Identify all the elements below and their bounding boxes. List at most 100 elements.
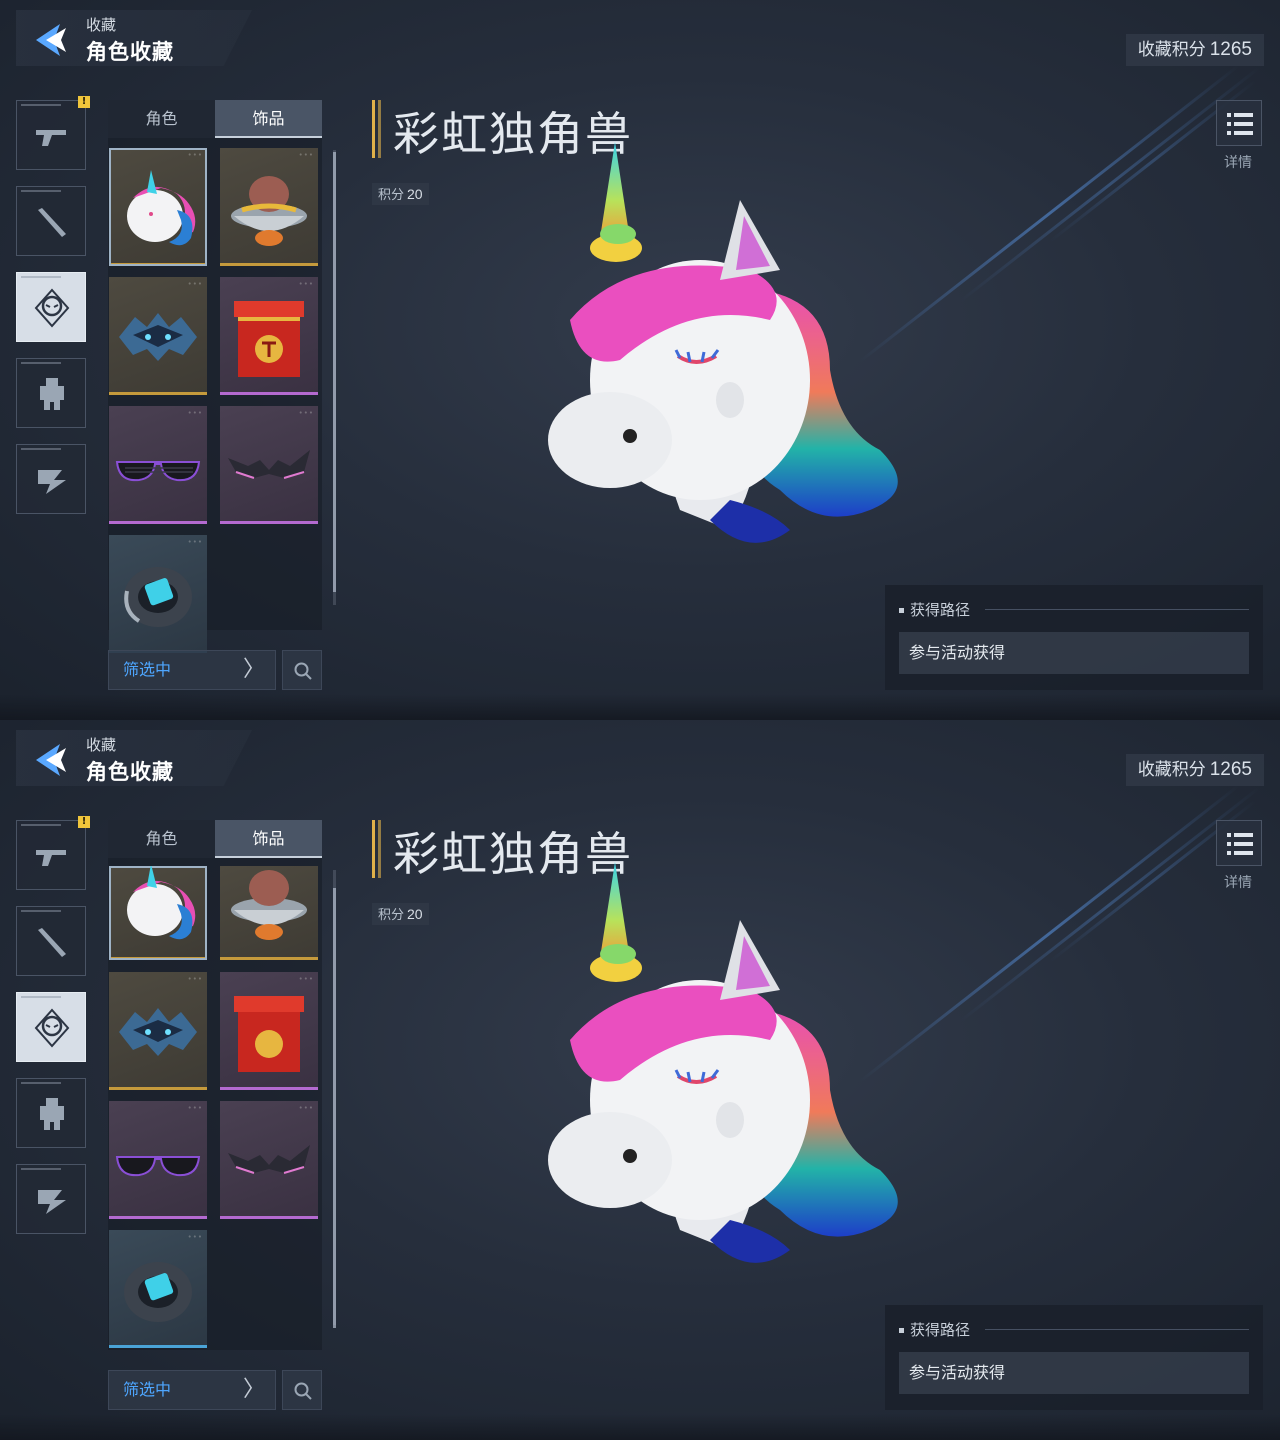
search-button[interactable]	[282, 650, 322, 690]
divider	[985, 609, 1249, 610]
list-icon	[1227, 113, 1253, 135]
unicorn-head-icon	[127, 170, 196, 246]
robot-icon	[40, 1098, 64, 1130]
collection-points-value: 1265	[1209, 759, 1252, 780]
item-capybara-noodle-bowl[interactable]: •••	[220, 148, 318, 266]
item-cyber-armband[interactable]: •••	[109, 1230, 207, 1348]
category-vehicle[interactable]	[16, 444, 86, 514]
armband-icon	[124, 1262, 192, 1322]
noodle-bowl-icon	[231, 870, 307, 940]
category-gun[interactable]	[16, 100, 86, 170]
noodle-bowl-icon	[231, 176, 307, 246]
back-icon[interactable]	[30, 22, 70, 58]
sunglasses-icon	[115, 1156, 201, 1177]
source-text: 参与活动获得	[899, 1352, 1249, 1394]
score-value: 20	[407, 186, 423, 202]
bat-glasses-icon	[228, 450, 310, 479]
tab-accessories[interactable]: 饰品	[215, 820, 322, 858]
category-gun[interactable]	[16, 820, 86, 890]
scrollbar-thumb[interactable]	[333, 152, 336, 592]
source-text: 参与活动获得	[899, 632, 1249, 674]
divider	[21, 362, 61, 364]
mask-icon	[34, 1008, 70, 1048]
gift-box-icon	[234, 301, 304, 377]
item-cyber-armband[interactable]: •••	[109, 535, 207, 653]
notice-badge: !	[78, 96, 90, 108]
list-icon	[1227, 833, 1253, 855]
page-title: 角色收藏	[86, 40, 174, 64]
item-capybara-noodle-bowl[interactable]	[220, 866, 318, 960]
breadcrumb: 收藏	[86, 16, 117, 34]
item-ice-dragon-mask[interactable]: •••	[109, 277, 207, 395]
category-mask[interactable]	[16, 272, 86, 342]
score-tag: 积分 20	[372, 903, 429, 925]
notice-badge: !	[78, 816, 90, 828]
title-accent	[378, 820, 381, 878]
tab-characters[interactable]: 角色	[108, 820, 215, 858]
bottom-shade	[0, 694, 1280, 720]
filter-button[interactable]: 筛选中 〉	[108, 650, 276, 690]
tab-accessories[interactable]: 饰品	[215, 100, 322, 138]
item-rainbow-unicorn-head[interactable]: •••	[109, 148, 207, 266]
title-accent	[372, 820, 375, 878]
source-heading: 获得路径	[899, 599, 970, 620]
category-melee[interactable]	[16, 186, 86, 256]
filter-label: 筛选中	[123, 1380, 172, 1399]
divider	[21, 448, 61, 450]
score-value: 20	[407, 906, 423, 922]
divider	[21, 104, 61, 106]
back-icon[interactable]	[30, 742, 70, 778]
item-red-gift-box[interactable]: •••	[220, 972, 318, 1090]
collection-points-label: 收藏积分	[1137, 40, 1206, 60]
sunglasses-icon	[115, 461, 201, 482]
collection-points: 收藏积分 1265	[1125, 754, 1264, 786]
dragon-mask-icon	[119, 313, 197, 361]
details-button[interactable]	[1216, 820, 1262, 866]
vehicle-icon	[38, 470, 66, 494]
tab-characters[interactable]: 角色	[108, 100, 215, 138]
filter-button[interactable]: 筛选中 〉	[108, 1370, 276, 1410]
score-label: 积分	[378, 188, 405, 203]
divider	[21, 1168, 61, 1170]
divider	[21, 996, 61, 998]
bottom-shade	[0, 1414, 1280, 1440]
source-heading: 获得路径	[899, 1319, 970, 1340]
search-icon	[294, 1382, 312, 1400]
category-mask[interactable]	[16, 992, 86, 1062]
details-label: 详情	[1224, 875, 1252, 891]
title-accent	[378, 100, 381, 158]
category-vehicle[interactable]	[16, 1164, 86, 1234]
collection-points: 收藏积分 1265	[1125, 34, 1264, 66]
item-ice-dragon-mask[interactable]: •••	[109, 972, 207, 1090]
unicorn-model-preview[interactable]	[530, 850, 930, 1290]
details-button[interactable]	[1216, 100, 1262, 146]
unicorn-model-preview[interactable]	[530, 130, 930, 570]
screenshot-frame-top: 收藏 角色收藏 收藏积分 1265 ! 角色 饰品 ••• ••• ••• ••…	[0, 0, 1280, 720]
gift-box-icon	[234, 996, 304, 1072]
source-panel: 获得路径 参与活动获得	[885, 585, 1263, 690]
divider	[21, 824, 61, 826]
scrollbar-thumb[interactable]	[333, 888, 336, 1328]
divider	[985, 1329, 1249, 1330]
divider	[21, 276, 61, 278]
robot-icon	[40, 378, 64, 410]
item-bat-wing-glasses[interactable]: •••	[220, 1101, 318, 1219]
category-melee[interactable]	[16, 906, 86, 976]
category-robot[interactable]	[16, 358, 86, 428]
search-button[interactable]	[282, 1370, 322, 1410]
gun-icon	[36, 850, 66, 866]
item-red-gift-box[interactable]: •••	[220, 277, 318, 395]
unicorn-head-icon	[127, 866, 196, 940]
category-robot[interactable]	[16, 1078, 86, 1148]
armband-icon	[124, 567, 192, 627]
breadcrumb: 收藏	[86, 736, 117, 754]
gun-icon	[36, 130, 66, 146]
divider	[21, 190, 61, 192]
screenshot-frame-bottom: 收藏 角色收藏 收藏积分 1265 ! 角色 饰品 ••• ••• ••• ••…	[0, 720, 1280, 1440]
item-shutter-sunglasses[interactable]: •••	[109, 406, 207, 524]
filter-label: 筛选中	[123, 660, 172, 679]
item-rainbow-unicorn-head[interactable]	[109, 866, 207, 960]
item-shutter-sunglasses[interactable]: •••	[109, 1101, 207, 1219]
item-bat-wing-glasses[interactable]: •••	[220, 406, 318, 524]
chevron-right-icon: 〉	[242, 1377, 265, 1402]
